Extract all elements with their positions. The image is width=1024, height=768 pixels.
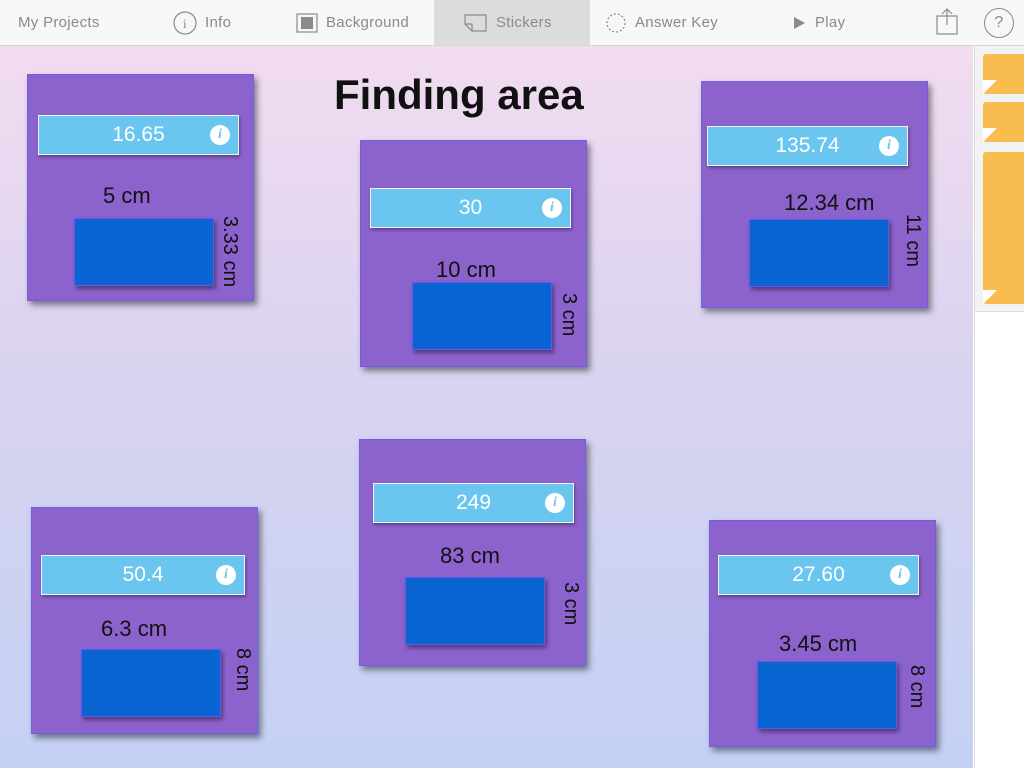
rectangle-shape[interactable]: [757, 661, 897, 729]
height-label: 3.33 cm: [219, 216, 241, 288]
answer-value: 50.4: [122, 563, 164, 586]
play-button[interactable]: Play: [791, 0, 845, 45]
stickers-icon: [464, 13, 488, 33]
width-label: 3.45 cm: [779, 631, 858, 656]
play-label: Play: [815, 14, 846, 31]
area-card[interactable]: 16.65 i 5 cm 3.33 cm: [27, 74, 254, 301]
info-icon[interactable]: i: [210, 125, 230, 145]
width-label: 12.34 cm: [784, 190, 875, 215]
help-button[interactable]: ?: [984, 0, 1014, 45]
width-label: 83 cm: [440, 543, 500, 568]
height-label: 3 cm: [558, 293, 580, 337]
answer-field[interactable]: 249 i: [373, 483, 574, 523]
my-projects-label: My Projects: [18, 14, 100, 31]
area-card[interactable]: 50.4 i 6.3 cm 8 cm: [31, 507, 258, 734]
height-label: 3 cm: [560, 582, 582, 626]
answer-field[interactable]: 30 i: [370, 188, 571, 228]
rectangle-shape[interactable]: [74, 218, 214, 286]
answer-value: 27.60: [792, 563, 845, 586]
my-projects-button[interactable]: My Projects: [18, 0, 100, 45]
answer-value: 16.65: [112, 123, 165, 146]
stickers-label: Stickers: [496, 14, 552, 31]
area-card[interactable]: 249 i 83 cm 3 cm: [359, 439, 586, 666]
answer-key-button[interactable]: Answer Key: [605, 0, 718, 45]
info-icon[interactable]: i: [545, 493, 565, 513]
answer-value: 249: [455, 491, 492, 514]
canvas[interactable]: Finding area 16.65 i 5 cm 3.33 cm 30 i 1…: [0, 46, 973, 768]
info-button[interactable]: i Info: [173, 0, 231, 45]
info-icon[interactable]: i: [542, 198, 562, 218]
info-icon: i: [173, 10, 197, 35]
width-label: 5 cm: [103, 183, 151, 208]
info-icon[interactable]: i: [890, 565, 910, 585]
play-icon: [791, 15, 807, 31]
rectangle-shape[interactable]: [749, 219, 889, 287]
background-icon: [296, 12, 318, 33]
svg-text:i: i: [183, 16, 187, 31]
rectangle-shape[interactable]: [81, 649, 221, 717]
info-icon[interactable]: i: [879, 136, 899, 156]
stickers-tray: [975, 46, 1024, 312]
area-card[interactable]: 135.74 i 12.34 cm 11 cm: [701, 81, 928, 308]
height-label: 11 cm: [902, 214, 924, 267]
answer-value: 135.74: [775, 134, 840, 157]
width-label: 6.3 cm: [101, 616, 168, 641]
background-button[interactable]: Background: [296, 0, 409, 45]
info-label: Info: [205, 14, 232, 31]
height-label: 8 cm: [906, 665, 928, 709]
width-label: 10 cm: [436, 257, 496, 282]
area-card[interactable]: 30 i 10 cm 3 cm: [360, 140, 587, 367]
height-label: 8 cm: [232, 648, 254, 692]
toolbar: My Projects i Info Background Stickers A…: [0, 0, 1024, 46]
sticker-item[interactable]: [983, 54, 1024, 94]
answer-field[interactable]: 135.74 i: [707, 126, 908, 166]
background-label: Background: [326, 14, 410, 31]
answer-key-icon: [605, 12, 627, 34]
answer-key-label: Answer Key: [635, 14, 719, 31]
answer-field[interactable]: 50.4 i: [41, 555, 245, 595]
sticker-item[interactable]: [983, 102, 1024, 142]
answer-field[interactable]: 27.60 i: [718, 555, 919, 595]
share-icon: [935, 7, 959, 39]
help-icon: ?: [984, 7, 1014, 38]
area-card[interactable]: 27.60 i 3.45 cm 8 cm: [709, 520, 936, 747]
stickers-panel: [974, 46, 1024, 768]
rectangle-shape[interactable]: [405, 577, 545, 645]
share-button[interactable]: [935, 0, 959, 45]
answer-value: 30: [458, 196, 483, 219]
stickers-tab[interactable]: Stickers: [434, 0, 590, 45]
answer-field[interactable]: 16.65 i: [38, 115, 239, 155]
sticker-item[interactable]: [983, 152, 1024, 304]
rectangle-shape[interactable]: [412, 282, 552, 350]
page-title[interactable]: Finding area: [334, 71, 584, 119]
info-icon[interactable]: i: [216, 565, 236, 585]
